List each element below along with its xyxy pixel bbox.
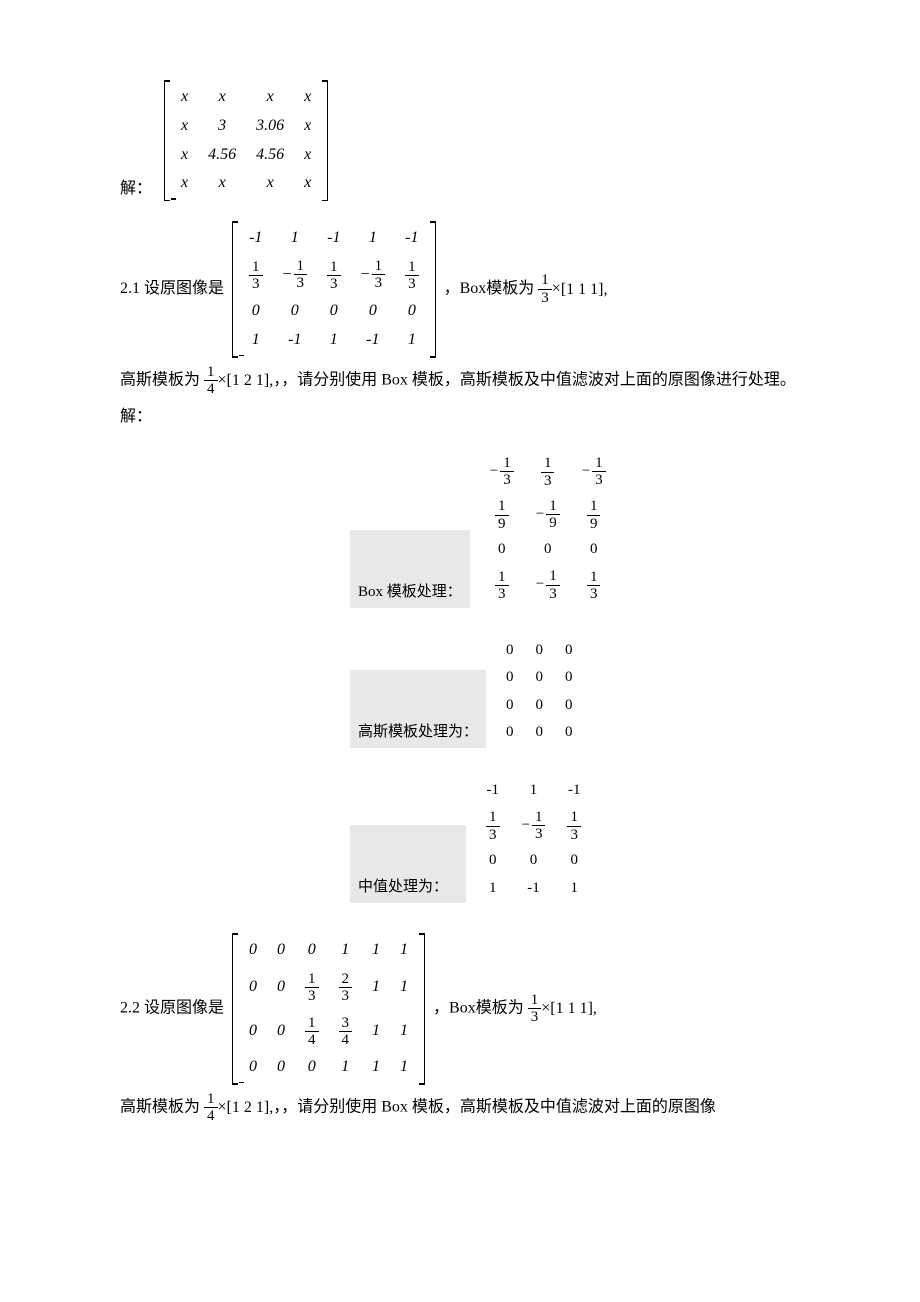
solution-matrix-1: xxxx x33.06x x4.564.56x xxxx bbox=[164, 80, 328, 201]
gauss-line: 高斯模板为 14×[1 2 1],，，请分别使用 Box 模板，高斯模板及中值滤… bbox=[120, 364, 800, 398]
problem-2-1-label: 2.1 设原图像是 bbox=[120, 280, 224, 297]
box-template-text: ，Box模板为 bbox=[444, 280, 535, 297]
problem-2-1-matrix: -11-11-113−1313−1313000001-11-11 bbox=[232, 221, 436, 357]
answer-prefix: 解： bbox=[120, 176, 152, 202]
box-result-label: Box 模板处理： bbox=[350, 530, 470, 608]
median-result-label: 中值处理为： bbox=[350, 825, 466, 903]
solution-label-2-1: 解： bbox=[120, 404, 800, 430]
problem-2-2: 2.2 设原图像是 0001110013231100143411000111 ，… bbox=[120, 933, 800, 1125]
problem-2-2-matrix: 0001110013231100143411000111 bbox=[232, 933, 425, 1085]
problem-2-2-label: 2.2 设原图像是 bbox=[120, 1000, 224, 1017]
answer-matrix-section: 解： xxxx x33.06x x4.564.56x xxxx bbox=[120, 80, 800, 201]
box-template-result: Box 模板处理： −1313−1319−191900013−1313 高斯模板… bbox=[350, 449, 800, 903]
gauss-line-2-2: 高斯模板为 14×[1 2 1],，，请分别使用 Box 模板，高斯模板及中值滤… bbox=[120, 1091, 800, 1125]
problem-2-1: 2.1 设原图像是 -11-11-113−1313−1313000001-11-… bbox=[120, 221, 800, 429]
gauss-template-result: 高斯模板处理为： 000000000000 bbox=[350, 636, 800, 748]
gauss-result-label: 高斯模板处理为： bbox=[350, 670, 486, 748]
median-template-result: 中值处理为： -11-113−13130001-11 bbox=[350, 776, 800, 904]
